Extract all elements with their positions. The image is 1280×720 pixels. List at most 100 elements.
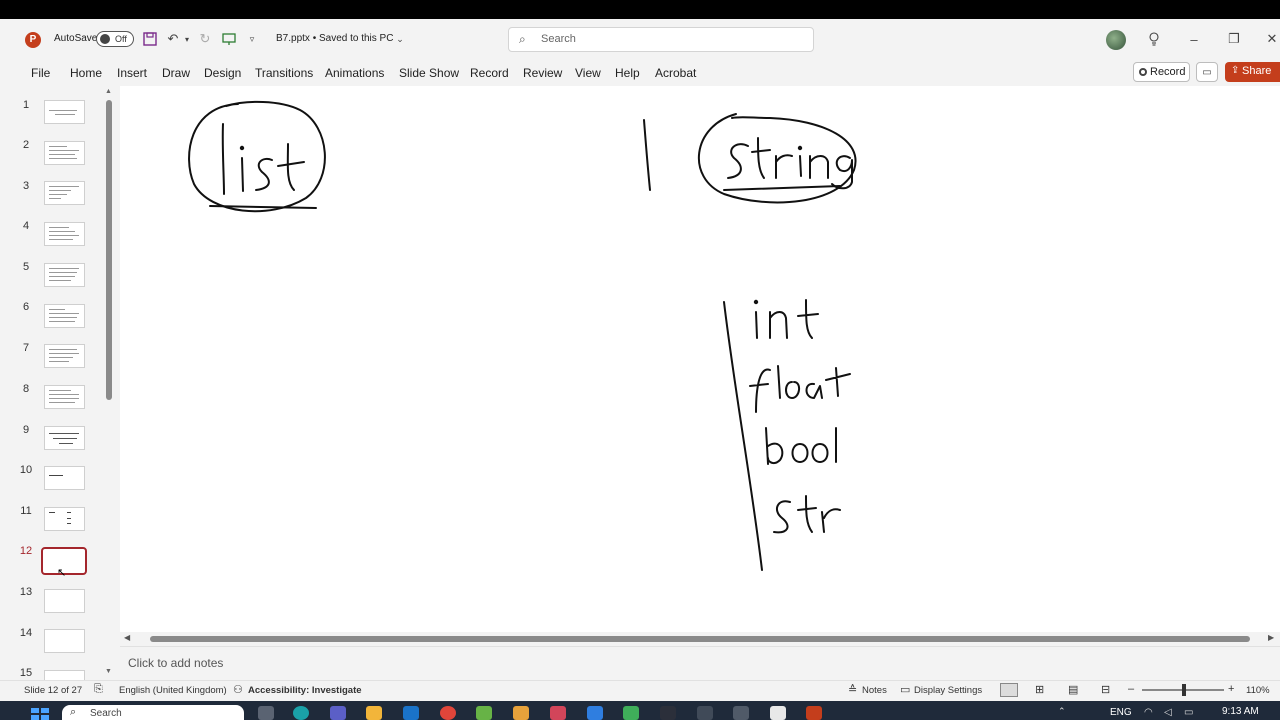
reading-view-icon[interactable]: ▤ [1068,683,1078,696]
slide-thumbnail-2[interactable] [44,141,85,165]
slide-horizontal-scrollbar[interactable]: ◀ ▶ [120,632,1280,646]
horizontal-scroll-thumb[interactable] [150,636,1250,642]
windows-start-icon[interactable] [30,707,50,720]
slide-thumbnail-9[interactable] [44,426,85,450]
tab-view[interactable]: View [575,66,601,80]
tab-slide-show[interactable]: Slide Show [399,66,459,80]
present-icon[interactable] [220,30,238,48]
slide-thumbnail-14[interactable] [44,629,85,653]
accessibility-status[interactable]: Accessibility: Investigate [248,685,362,696]
pen-icon[interactable] [733,706,749,720]
tab-design[interactable]: Design [204,66,241,80]
app-icon-green[interactable] [476,706,492,720]
scroll-up-icon[interactable]: ▲ [105,88,112,95]
app-icon-lock[interactable] [513,706,529,720]
display-settings-icon[interactable]: ▭ [900,683,910,696]
outlook-icon[interactable] [403,706,419,720]
slide-thumbnail-4[interactable] [44,222,85,246]
slideshow-icon[interactable]: ⊟ [1101,683,1110,696]
zoom-in-icon[interactable]: + [1228,683,1234,695]
tab-insert[interactable]: Insert [117,66,147,80]
taskbar-search-placeholder: Search [90,708,122,719]
powerpoint-taskbar-icon[interactable] [806,706,822,720]
slide-thumbnail-1[interactable] [44,100,85,124]
slide-thumbnail-11[interactable] [44,507,85,531]
taskbar-search-box[interactable]: ⌕ Search [62,705,244,720]
scroll-left-icon[interactable]: ◀ [124,633,130,642]
thumbnail-number: 10 [19,464,33,476]
input-language[interactable]: ENG [1110,707,1132,718]
customize-toolbar-icon[interactable]: ▿ [246,31,258,47]
notes-pane[interactable]: Click to add notes [120,646,1280,680]
tray-chevron-up-icon[interactable]: ⌃ [1058,706,1066,717]
file-explorer-icon[interactable] [366,706,382,720]
tab-transitions[interactable]: Transitions [255,66,313,80]
slide-sorter-icon[interactable]: ⊞ [1035,683,1044,696]
app-icon-leaf[interactable] [623,706,639,720]
display-settings-button[interactable]: Display Settings [914,685,982,696]
app-icon-camera[interactable] [697,706,713,720]
document-title[interactable]: B7.pptx • Saved to this PC [276,33,393,44]
task-view-icon[interactable] [258,706,274,720]
autosave-toggle[interactable]: Off [96,31,134,47]
zoom-slider[interactable] [1142,684,1224,696]
undo-icon[interactable]: ↶ [164,30,182,48]
share-button[interactable]: ⇪ Share [1225,62,1280,82]
spellcheck-icon[interactable]: ⎘ [94,683,103,696]
zoom-slider-thumb[interactable] [1182,684,1186,696]
notes-toggle[interactable]: Notes [862,685,887,696]
notes-icon[interactable]: ≙ [848,683,857,696]
tab-animations[interactable]: Animations [325,66,384,80]
tab-review[interactable]: Review [523,66,562,80]
title-chevron-down-icon[interactable]: ⌄ [395,31,405,47]
edge-browser-icon[interactable] [293,706,309,720]
normal-view-icon[interactable] [1000,683,1018,697]
comments-icon[interactable]: ▭ [1196,62,1218,82]
slide-thumbnail-10[interactable] [44,466,85,490]
tab-record[interactable]: Record [470,66,509,80]
slide-thumbnail-5[interactable] [44,263,85,287]
slide-thumbnail-8[interactable] [44,385,85,409]
record-button[interactable]: Record [1133,62,1190,82]
redo-icon[interactable]: ↻ [196,30,214,48]
document-icon[interactable] [770,706,786,720]
chrome-icon[interactable] [440,706,456,720]
language-status[interactable]: English (United Kingdom) [119,685,227,696]
tab-home[interactable]: Home [70,66,102,80]
app-icon-red[interactable] [550,706,566,720]
scroll-right-icon[interactable]: ▶ [1268,633,1274,642]
tab-help[interactable]: Help [615,66,640,80]
zoom-level[interactable]: 110% [1246,685,1270,696]
slide-thumbnail-6[interactable] [44,304,85,328]
thumbnail-number: 13 [19,586,33,598]
close-icon[interactable]: ✕ [1264,30,1280,48]
teams-icon[interactable] [330,706,346,720]
slide-thumbnail-15[interactable] [44,670,85,680]
lightbulb-icon[interactable] [1146,30,1162,48]
app-icon-shield[interactable] [660,706,676,720]
slide-thumbnail-13[interactable] [44,589,85,613]
save-icon[interactable] [142,30,158,48]
clock-time[interactable]: 9:13 AM [1222,706,1259,717]
thumbnail-scrollbar[interactable]: ▲ ▼ [104,88,114,678]
battery-icon[interactable]: ▭ [1184,707,1193,718]
speaker-icon[interactable]: ◁ [1164,707,1172,718]
thumbnail-scroll-thumb[interactable] [106,100,112,400]
account-avatar[interactable] [1106,30,1126,50]
search-box[interactable]: ⌕ Search [508,27,814,52]
slide-thumbnail-7[interactable] [44,344,85,368]
slide-canvas[interactable] [120,86,1280,632]
undo-dropdown-icon[interactable]: ▾ [183,31,191,47]
slide-thumbnail-3[interactable] [44,181,85,205]
record-button-label: Record [1150,66,1186,78]
app-icon-blue[interactable] [587,706,603,720]
accessibility-icon[interactable]: ⚇ [233,683,243,696]
tab-acrobat[interactable]: Acrobat [655,66,696,80]
tab-file[interactable]: File [31,66,50,80]
restore-icon[interactable]: ❐ [1224,30,1244,48]
tab-draw[interactable]: Draw [162,66,190,80]
zoom-out-icon[interactable]: – [1128,683,1134,695]
scroll-down-icon[interactable]: ▼ [105,668,112,675]
wifi-icon[interactable]: ◠ [1144,707,1153,718]
minimize-icon[interactable]: – [1184,30,1204,48]
